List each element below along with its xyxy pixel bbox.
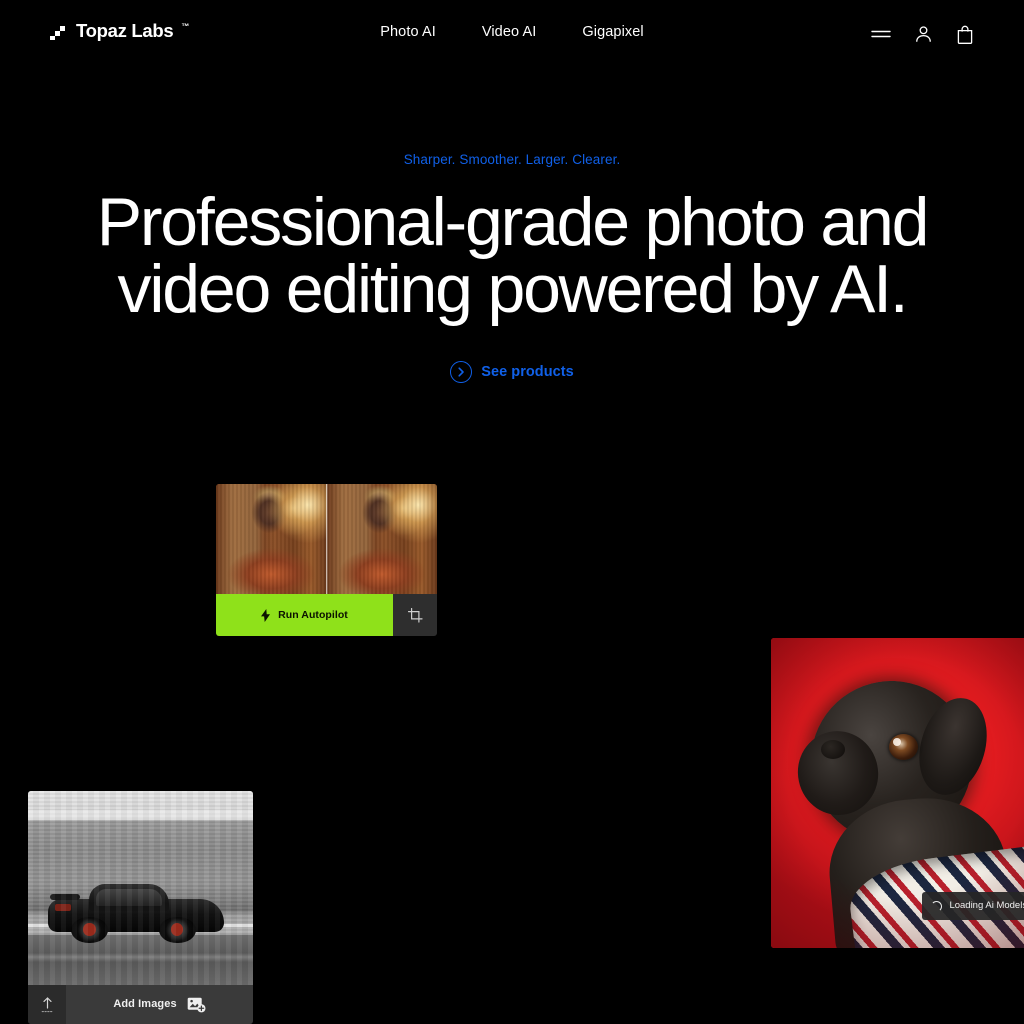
export-upload-icon xyxy=(41,996,53,1012)
car-preview-card[interactable]: Add Images xyxy=(28,791,253,1024)
add-images-button[interactable]: Add Images xyxy=(66,997,253,1013)
before-after-comparison-image xyxy=(216,484,437,594)
loading-models-label: Loading Ai Models... xyxy=(949,900,1024,911)
crop-tool-icon xyxy=(407,607,423,623)
see-products-link[interactable]: See products xyxy=(450,361,574,383)
page-title: Professional-grade photo and video editi… xyxy=(0,188,1024,323)
see-products-label: See products xyxy=(481,364,574,380)
hero-title-line-2: video editing powered by AI. xyxy=(117,251,909,327)
car-photo xyxy=(28,791,253,985)
crop-tool-button[interactable] xyxy=(393,594,437,636)
site-header: Topaz Labs ™ Photo AI Video AI Gigapixel xyxy=(0,0,1024,66)
shopping-bag-icon[interactable] xyxy=(954,23,976,45)
run-autopilot-label: Run Autopilot xyxy=(278,609,348,621)
nav-item-photo-ai[interactable]: Photo AI xyxy=(380,22,436,42)
hero-eyebrow: Sharper. Smoother. Larger. Clearer. xyxy=(403,152,621,167)
hamburger-menu-icon[interactable] xyxy=(870,23,892,45)
comparison-slider-handle[interactable] xyxy=(325,484,328,594)
nav-item-gigapixel[interactable]: Gigapixel xyxy=(582,22,643,42)
run-autopilot-button[interactable]: Run Autopilot xyxy=(216,594,393,636)
comparison-before-half xyxy=(216,484,327,594)
add-images-label: Add Images xyxy=(113,998,177,1010)
loading-spinner-icon xyxy=(931,900,943,912)
add-images-toolbar: Add Images xyxy=(28,985,253,1024)
chevron-right-circle-icon xyxy=(450,361,473,383)
hero-section: Sharper. Smoother. Larger. Clearer. Prof… xyxy=(0,150,1024,383)
pug-preview-card[interactable]: Loading Ai Models... xyxy=(771,638,1024,948)
autopilot-preview-card[interactable]: Run Autopilot xyxy=(216,484,437,636)
user-account-icon[interactable] xyxy=(912,23,934,45)
export-button[interactable] xyxy=(28,985,66,1024)
add-image-icon xyxy=(187,997,206,1012)
lightning-bolt-icon xyxy=(261,608,271,622)
comparison-after-half xyxy=(326,484,437,594)
loading-models-toast: Loading Ai Models... xyxy=(922,892,1024,920)
autopilot-toolbar: Run Autopilot xyxy=(216,594,437,636)
nav-item-video-ai[interactable]: Video AI xyxy=(482,22,537,42)
header-actions xyxy=(870,23,976,45)
hero-title-line-1: Professional-grade photo and xyxy=(96,184,930,260)
